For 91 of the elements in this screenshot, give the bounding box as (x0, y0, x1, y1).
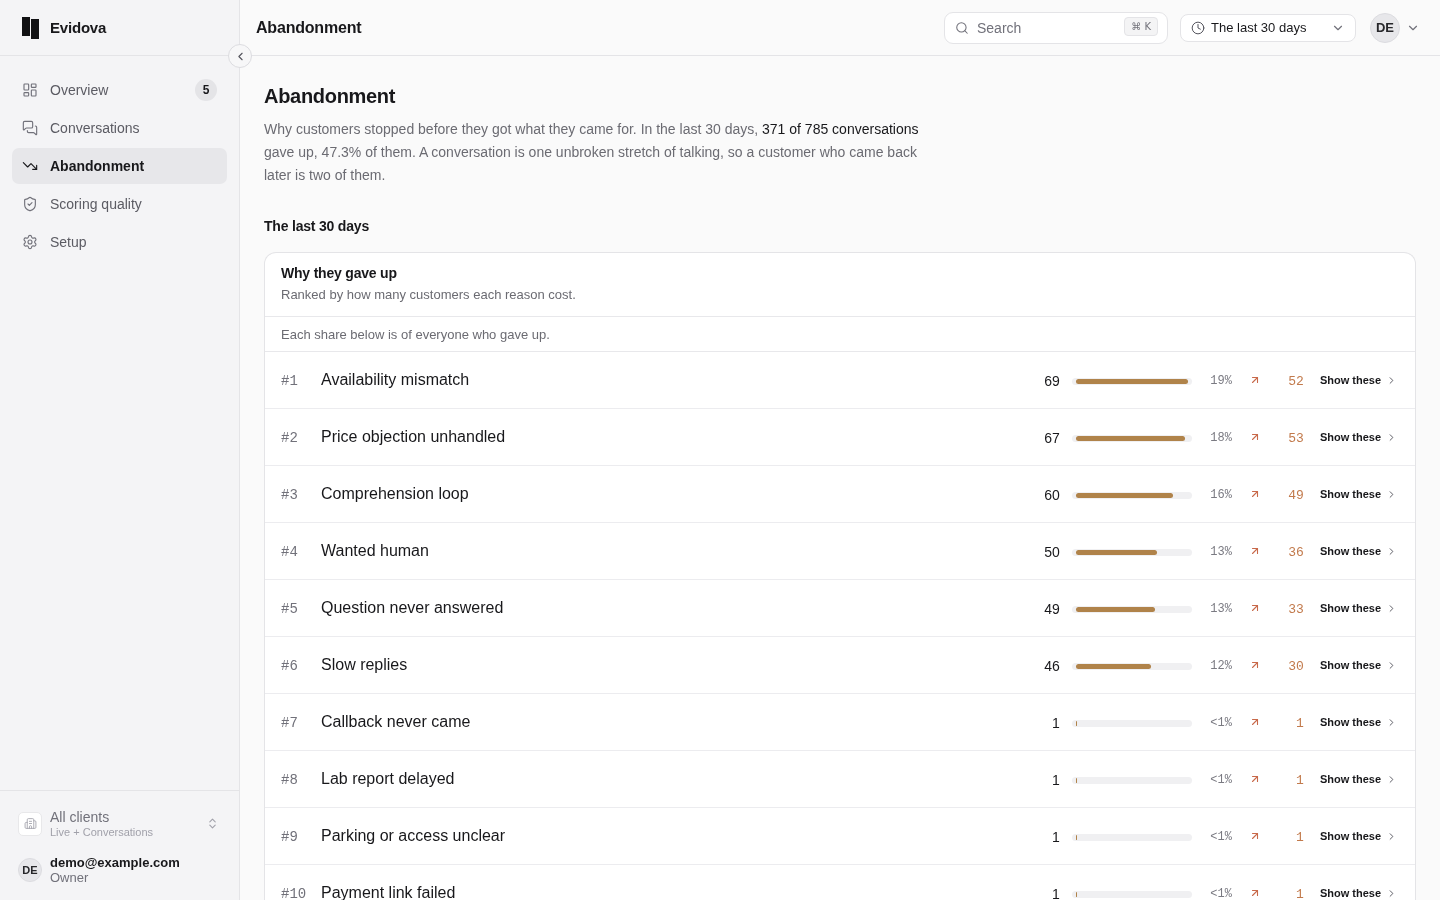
rank-number: #6 (281, 657, 299, 674)
account-avatar[interactable]: DE (1370, 12, 1400, 43)
rank-number: #3 (281, 486, 299, 503)
count-value: 1 (1051, 771, 1060, 788)
share-value: <1% (1209, 772, 1232, 787)
reason-label: Slow replies (321, 656, 408, 673)
trend-count: 33 (1287, 600, 1304, 617)
rank-number: #7 (281, 714, 299, 731)
show-these-link[interactable]: Show these (1319, 431, 1397, 443)
show-these-link[interactable]: Show these (1319, 659, 1397, 671)
share-value: 12% (1209, 658, 1232, 673)
reason-label: Comprehension loop (321, 485, 469, 502)
share-value: 16% (1209, 487, 1232, 502)
reason-label: Lab report delayed (321, 770, 455, 787)
count-value: 49 (1043, 600, 1060, 617)
nav-item[interactable]: Overview 5 (12, 72, 227, 108)
share-value: 13% (1209, 601, 1232, 616)
trend-count: 49 (1287, 486, 1304, 503)
trend-count: 1 (1295, 885, 1304, 900)
count-value: 1 (1051, 828, 1060, 845)
count-value: 1 (1051, 714, 1060, 731)
reason-label: Question never answered (321, 599, 504, 616)
nav-item[interactable]: Abandonment (12, 148, 227, 184)
nav-item[interactable]: Conversations (12, 110, 227, 146)
dashboard-icon (22, 82, 38, 98)
shield-check-icon (22, 196, 38, 212)
trend-count: 1 (1295, 771, 1304, 788)
show-these-link[interactable]: Show these (1319, 716, 1397, 728)
brand-name: Evidova (50, 19, 107, 36)
nav-item[interactable]: Setup (12, 224, 227, 260)
rank-number: #2 (281, 429, 299, 446)
intro-text: Why customers stopped before they got what they came for. In the last 30 days, 371 of 785 conversations gave up, 47.3% of them. A conversation is one unbroken stretch of talking, so a customer who came back later is two of them. (264, 120, 920, 185)
share-value: <1% (1209, 886, 1232, 900)
share-value: 18% (1209, 430, 1232, 445)
show-these-link[interactable]: Show these (1319, 374, 1397, 386)
rank-number: #10 (281, 885, 308, 900)
count-value: 50 (1043, 543, 1060, 560)
count-value: 1 (1051, 885, 1060, 900)
workspace-subtitle: Live + Conversations (50, 825, 154, 839)
user-email: demo@example.com (50, 854, 180, 871)
show-these-link[interactable]: Show these (1319, 488, 1397, 500)
trend-count: 30 (1287, 657, 1304, 674)
building-icon (18, 811, 42, 836)
share-value: <1% (1209, 829, 1232, 844)
rank-number: #5 (281, 600, 299, 617)
chevrons-up-down-icon (206, 817, 219, 831)
chat-bubbles-icon (22, 120, 38, 136)
workspace-switcher[interactable]: All clients Live + Conversations (18, 808, 223, 839)
reason-label: Availability mismatch (321, 371, 470, 388)
share-value: 19% (1209, 373, 1232, 388)
rank-number: #1 (281, 372, 299, 389)
card-title: Why they gave up (281, 265, 397, 281)
workspace-name: All clients (50, 808, 110, 826)
count-value: 60 (1043, 486, 1060, 503)
count-value: 69 (1043, 372, 1060, 389)
show-these-link[interactable]: Show these (1319, 773, 1397, 785)
count-badge: 5 (195, 79, 217, 101)
rank-number: #9 (281, 828, 299, 845)
page-title: Abandonment (264, 84, 396, 109)
rank-number: #8 (281, 771, 299, 788)
logo-icon (22, 16, 39, 39)
trend-count: 1 (1295, 828, 1304, 845)
show-these-link[interactable]: Show these (1319, 602, 1397, 614)
show-these-link[interactable]: Show these (1319, 887, 1397, 899)
show-these-link[interactable]: Show these (1319, 830, 1397, 842)
reason-label: Price objection unhandled (321, 428, 506, 445)
collapse-button[interactable] (228, 44, 252, 68)
reason-label: Callback never came (321, 713, 471, 730)
user-avatar: DE (18, 858, 42, 883)
show-these-link[interactable]: Show these (1319, 545, 1397, 557)
reason-label: Parking or access unclear (321, 827, 506, 844)
nav-item[interactable]: Scoring quality (12, 186, 227, 222)
share-value: 13% (1209, 544, 1232, 559)
section-title: The last 30 days (264, 218, 369, 234)
count-value: 46 (1043, 657, 1060, 674)
trend-count: 1 (1295, 714, 1304, 731)
trend-count: 52 (1287, 372, 1304, 389)
settings-icon (22, 234, 38, 250)
card-subtitle: Ranked by how many customers each reason cost. (281, 287, 576, 302)
count-value: 67 (1043, 429, 1060, 446)
rank-number: #4 (281, 543, 299, 560)
card-note: Each share below is of everyone who gave up. (281, 326, 550, 342)
clock-icon (1191, 20, 1205, 35)
trend-count: 53 (1287, 429, 1304, 446)
search-icon (955, 20, 969, 35)
share-value: <1% (1209, 715, 1232, 730)
user-role: Owner (50, 870, 89, 886)
date-range-select[interactable]: The last 30 days (1180, 13, 1356, 42)
reason-label: Wanted human (321, 542, 429, 559)
header-title: Abandonment (256, 18, 362, 37)
trend-count: 36 (1287, 543, 1304, 560)
